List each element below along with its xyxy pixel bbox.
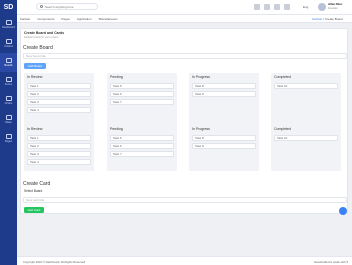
card-title-input[interactable]: New card title <box>23 197 347 203</box>
column-title: In Progress <box>192 75 210 79</box>
task-card[interactable]: Task 2 <box>27 143 91 149</box>
search-icon <box>40 5 43 8</box>
create-board-heading: Create Board <box>23 45 53 51</box>
task-card[interactable]: Task 1 <box>27 83 91 89</box>
board-column: In Progress Task 8 Task 9 <box>189 73 259 127</box>
task-card[interactable]: Task 5 <box>110 83 174 89</box>
column-title: In Progress <box>192 127 210 131</box>
grid-icon[interactable] <box>264 4 270 10</box>
column-title: Pending <box>110 127 123 131</box>
menu-item-kanban[interactable]: Kanban <box>20 17 30 21</box>
sidebar-item-maps[interactable]: Maps <box>0 110 17 129</box>
menu-item-pages[interactable]: Pages <box>61 17 70 21</box>
board-icon <box>5 58 12 63</box>
task-card[interactable]: Task 2 <box>27 91 91 97</box>
add-card-button[interactable]: Add Card <box>24 207 44 213</box>
task-card[interactable]: Task 8 <box>192 83 256 89</box>
breadcrumb-current: Create Board <box>324 17 343 21</box>
board-column: Completed Task 10 <box>271 73 341 127</box>
sidebar-item-charts[interactable]: Charts <box>0 91 17 110</box>
board-column: In Review Task 1 Task 2 Task 3 Task 4 <box>24 125 94 171</box>
column-title: In Review <box>27 75 43 79</box>
task-card[interactable]: Task 4 <box>27 159 91 165</box>
column-title: Completed <box>274 75 291 79</box>
copyright-text: Copyright 2022 © Dashboard. All Rights R… <box>23 260 86 264</box>
task-card[interactable]: Task 10 <box>274 135 338 141</box>
column-title: Pending <box>110 75 123 79</box>
chart-icon <box>5 96 12 101</box>
top-menu: Kanban Components Pages Application Misc… <box>17 15 352 23</box>
pages-icon <box>5 134 12 139</box>
task-card[interactable]: Task 3 <box>27 99 91 105</box>
board-column: Completed Task 10 <box>271 125 341 171</box>
sidebar-item-boards[interactable]: Boards <box>0 53 17 72</box>
task-card[interactable]: Task 7 <box>110 151 174 157</box>
sidebar-item-pages[interactable]: Pages <box>0 129 17 148</box>
menu-item-application[interactable]: Application <box>77 17 92 21</box>
app-logo: SD <box>3 4 14 11</box>
column-title: In Review <box>27 127 43 131</box>
task-card[interactable]: Task 7 <box>110 99 174 105</box>
task-card[interactable]: Task 3 <box>27 151 91 157</box>
select-board-label: Select Board <box>24 189 43 193</box>
task-card[interactable]: Task 9 <box>192 143 256 149</box>
language-selector[interactable]: Eng <box>303 5 308 9</box>
board-column: Pending Task 5 Task 6 Task 7 <box>107 73 177 127</box>
search-box[interactable] <box>36 3 98 10</box>
task-card[interactable]: Task 6 <box>110 143 174 149</box>
menu-item-components[interactable]: Components <box>37 17 54 21</box>
header-icons <box>254 4 290 10</box>
dashboard-icon <box>5 20 12 25</box>
breadcrumb: Kanban / Create Board <box>312 17 343 21</box>
form-icon <box>5 77 12 82</box>
task-card[interactable]: Task 8 <box>192 135 256 141</box>
task-card[interactable]: Task 5 <box>110 135 174 141</box>
map-icon <box>5 115 12 120</box>
create-card-heading: Create Card <box>23 181 51 187</box>
task-card[interactable]: Task 1 <box>27 135 91 141</box>
task-card[interactable]: Task 9 <box>192 91 256 97</box>
board-column: Pending Task 5 Task 6 Task 7 <box>107 125 177 171</box>
board-column: In Progress Task 8 Task 9 <box>189 125 259 171</box>
task-card[interactable]: Task 10 <box>274 83 338 89</box>
user-name: Allen Moo <box>328 2 343 6</box>
footer: Copyright 2022 © Dashboard. All Rights R… <box>17 256 352 265</box>
user-role: Founder <box>328 7 338 10</box>
notification-icon[interactable] <box>274 4 280 10</box>
page-title: Create Board and Cards <box>24 31 65 35</box>
search-input[interactable] <box>45 4 95 9</box>
task-card[interactable]: Task 6 <box>110 91 174 97</box>
menu-item-miscellaneous[interactable]: Miscellaneous <box>99 17 118 21</box>
top-header: Eng Allen Moo Founder <box>17 0 352 15</box>
add-board-button[interactable]: Add Board <box>24 63 46 69</box>
sidebar-item-dashboard[interactable]: Dashboard <box>0 15 17 34</box>
layers-icon <box>5 39 12 44</box>
kanban-card: Create Board and Cards Kanban board for … <box>20 28 348 214</box>
avatar[interactable] <box>318 3 326 11</box>
board-column: In Review Task 1 Task 2 Task 3 Task 4 <box>24 73 94 127</box>
fullscreen-icon[interactable] <box>254 4 260 10</box>
settings-icon[interactable] <box>284 4 290 10</box>
task-card[interactable]: Task 4 <box>27 107 91 113</box>
sidebar-item-forms[interactable]: Forms <box>0 72 17 91</box>
sidebar: SD Dashboard UI Elem Boards Forms Charts… <box>0 0 17 265</box>
board-title-input[interactable]: New board title <box>23 53 347 59</box>
sidebar-item-ui-elements[interactable]: UI Elem <box>0 34 17 53</box>
settings-fab-icon[interactable] <box>339 207 347 215</box>
page-subtitle: Kanban board for your project <box>24 36 59 39</box>
column-title: Completed <box>274 127 291 131</box>
footer-credit: Handcrafted & made with ♥ <box>314 260 348 264</box>
breadcrumb-home[interactable]: Kanban <box>312 17 322 21</box>
